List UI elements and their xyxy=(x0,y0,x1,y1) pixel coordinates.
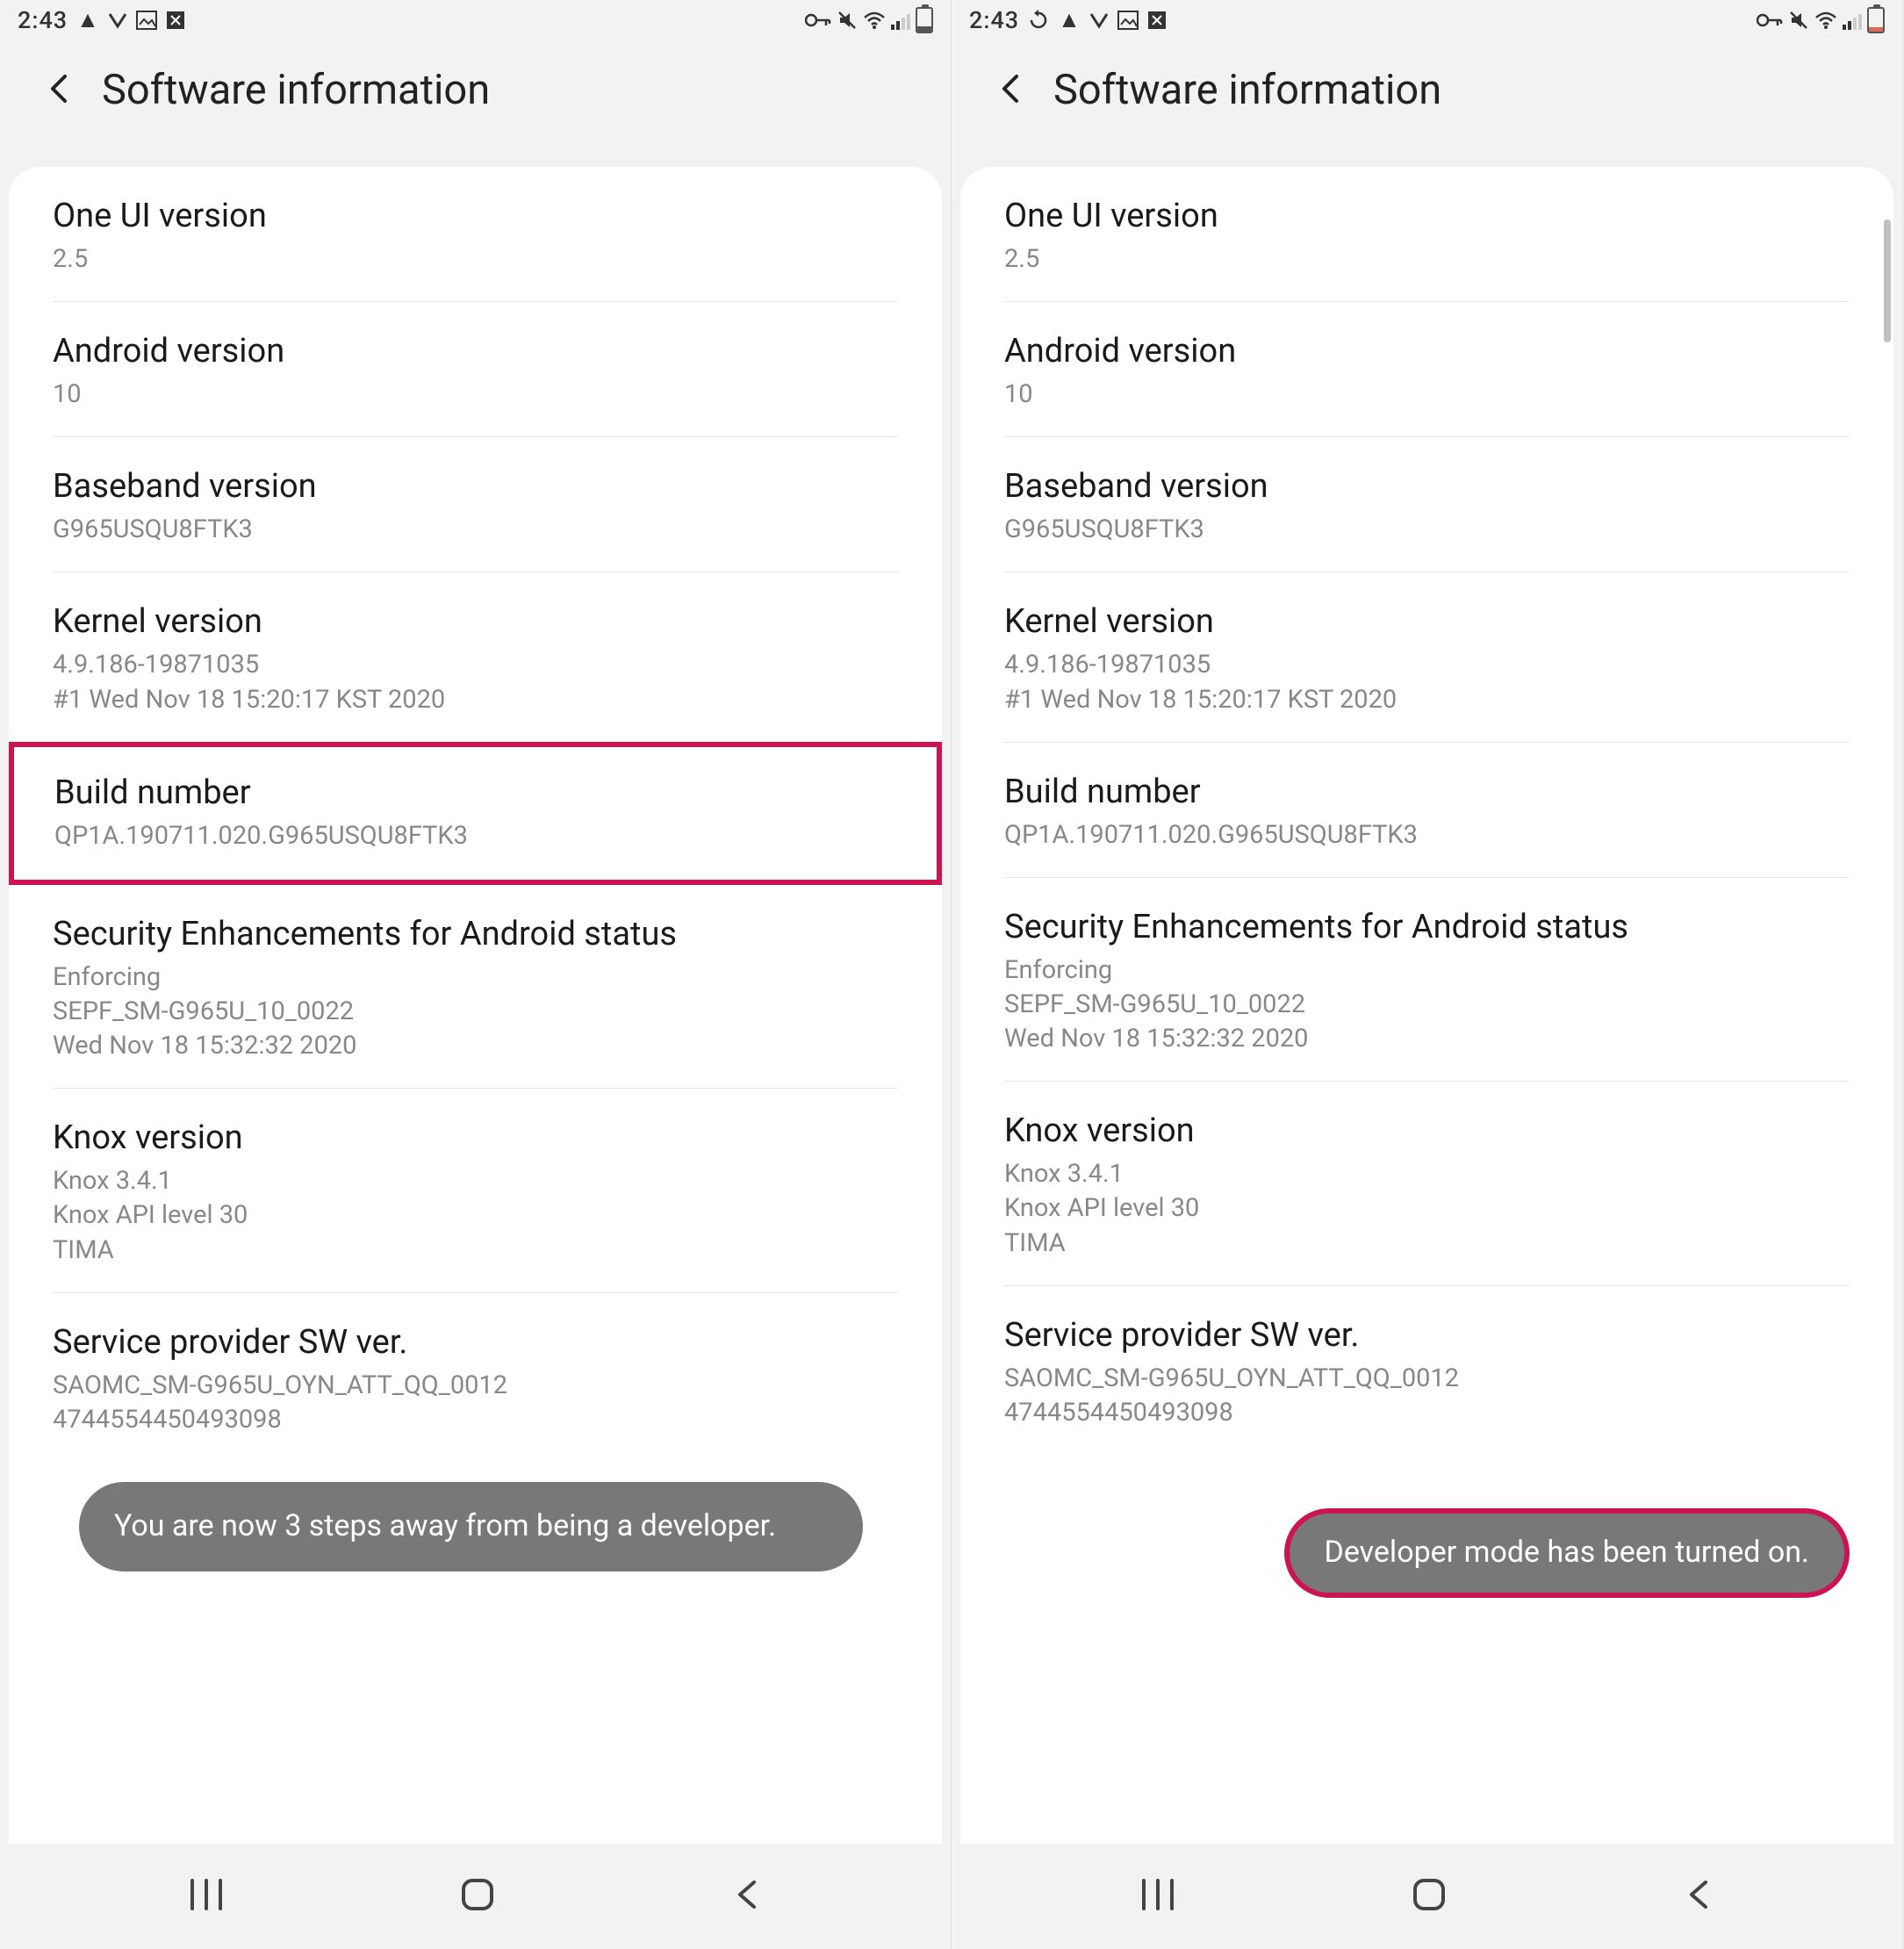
row-value: Enforcing SEPF_SM-G965U_10_0022 Wed Nov … xyxy=(1004,953,1850,1056)
status-bar: 2:43 ▲ xyxy=(0,0,951,40)
row-title: Service provider SW ver. xyxy=(53,1323,898,1362)
toast-steps: You are now 3 steps away from being a de… xyxy=(79,1482,863,1571)
page-title: Software information xyxy=(102,66,490,114)
row-title: Knox version xyxy=(53,1118,898,1157)
refresh-icon xyxy=(1028,10,1049,31)
row-value: Knox 3.4.1 Knox API level 30 TIMA xyxy=(53,1164,898,1267)
row-title: Android version xyxy=(1004,332,1850,370)
recents-button[interactable] xyxy=(187,1877,226,1916)
signal-icon xyxy=(891,11,910,30)
row-service-provider[interactable]: Service provider SW ver. SAOMC_SM-G965U_… xyxy=(53,1293,898,1462)
row-title: Android version xyxy=(53,332,898,370)
row-value: Enforcing SEPF_SM-G965U_10_0022 Wed Nov … xyxy=(53,960,898,1063)
row-value: G965USQU8FTK3 xyxy=(1004,513,1850,547)
row-title: Kernel version xyxy=(53,602,898,641)
row-value: 4.9.186-19871035 #1 Wed Nov 18 15:20:17 … xyxy=(53,648,898,716)
row-title: One UI version xyxy=(53,197,898,235)
row-android[interactable]: Android version 10 xyxy=(53,302,898,437)
row-title: Service provider SW ver. xyxy=(1004,1316,1850,1355)
row-value: 10 xyxy=(53,378,898,412)
row-build[interactable]: Build number QP1A.190711.020.G965USQU8FT… xyxy=(1004,743,1850,878)
row-se-status[interactable]: Security Enhancements for Android status… xyxy=(1004,878,1850,1082)
v-icon xyxy=(108,11,127,30)
row-build-highlighted[interactable]: Build number QP1A.190711.020.G965USQU8FT… xyxy=(9,742,942,885)
row-value: QP1A.190711.020.G965USQU8FTK3 xyxy=(54,819,896,853)
wifi-icon xyxy=(1814,11,1837,30)
row-title: Baseband version xyxy=(1004,467,1850,506)
mute-icon xyxy=(837,10,858,31)
row-se-status[interactable]: Security Enhancements for Android status… xyxy=(53,885,898,1089)
row-title: Security Enhancements for Android status xyxy=(1004,908,1850,946)
toast-text: Developer mode has been turned on. xyxy=(1325,1535,1809,1570)
wifi-icon xyxy=(863,11,886,30)
image-icon xyxy=(136,11,157,30)
warning-icon: ▲ xyxy=(1058,6,1081,33)
row-baseband[interactable]: Baseband version G965USQU8FTK3 xyxy=(1004,437,1850,572)
home-button[interactable] xyxy=(458,1875,497,1917)
row-title: Kernel version xyxy=(1004,602,1850,641)
home-button[interactable] xyxy=(1410,1875,1448,1917)
page-header: Software information xyxy=(0,40,951,167)
row-value: SAOMC_SM-G965U_OYN_ATT_QQ_0012 474455445… xyxy=(53,1369,898,1437)
key-icon xyxy=(805,11,831,29)
row-knox[interactable]: Knox version Knox 3.4.1 Knox API level 3… xyxy=(1004,1082,1850,1285)
back-button[interactable] xyxy=(995,69,1027,111)
row-value: 2.5 xyxy=(53,242,898,277)
image-icon xyxy=(1117,11,1139,30)
row-one-ui[interactable]: One UI version 2.5 xyxy=(1004,167,1850,302)
nav-bar xyxy=(0,1844,951,1949)
row-one-ui[interactable]: One UI version 2.5 xyxy=(53,167,898,302)
row-title: Security Enhancements for Android status xyxy=(53,915,898,953)
back-button[interactable] xyxy=(44,69,75,111)
row-title: Knox version xyxy=(1004,1111,1850,1150)
settings-card: One UI version 2.5 Android version 10 Ba… xyxy=(9,167,942,1844)
row-title: Build number xyxy=(1004,773,1850,811)
row-title: Baseband version xyxy=(53,467,898,506)
toast-devmode-highlighted: Developer mode has been turned on. xyxy=(1284,1508,1850,1598)
mute-icon xyxy=(1788,10,1809,31)
back-nav-button[interactable] xyxy=(1681,1877,1716,1916)
phone-left: 2:43 ▲ Software information One UI versi… xyxy=(0,0,952,1949)
settings-card: One UI version 2.5 Android version 10 Ba… xyxy=(960,167,1893,1844)
v-icon xyxy=(1089,11,1109,30)
nav-bar xyxy=(952,1844,1902,1949)
row-value: Knox 3.4.1 Knox API level 30 TIMA xyxy=(1004,1157,1850,1260)
phone-right: 2:43 ▲ Software information One UI versi… xyxy=(952,0,1903,1949)
clock: 2:43 xyxy=(969,6,1019,34)
row-title: Build number xyxy=(54,773,896,812)
status-bar: 2:43 ▲ xyxy=(952,0,1902,40)
row-value: 10 xyxy=(1004,378,1850,412)
row-android[interactable]: Android version 10 xyxy=(1004,302,1850,437)
row-value: QP1A.190711.020.G965USQU8FTK3 xyxy=(1004,818,1850,852)
battery-icon xyxy=(1867,7,1885,33)
row-value: 2.5 xyxy=(1004,242,1850,277)
toast-text: You are now 3 steps away from being a de… xyxy=(114,1508,776,1543)
back-nav-button[interactable] xyxy=(729,1877,765,1916)
row-baseband[interactable]: Baseband version G965USQU8FTK3 xyxy=(53,437,898,572)
clock: 2:43 xyxy=(18,6,68,34)
row-kernel[interactable]: Kernel version 4.9.186-19871035 #1 Wed N… xyxy=(1004,572,1850,742)
row-value: SAOMC_SM-G965U_OYN_ATT_QQ_0012 474455445… xyxy=(1004,1362,1850,1430)
recents-button[interactable] xyxy=(1139,1877,1177,1916)
x-box-icon xyxy=(166,11,185,30)
scrollbar[interactable] xyxy=(1884,219,1891,342)
page-header: Software information xyxy=(952,40,1902,167)
page-title: Software information xyxy=(1053,66,1441,114)
row-kernel[interactable]: Kernel version 4.9.186-19871035 #1 Wed N… xyxy=(53,572,898,741)
row-value: G965USQU8FTK3 xyxy=(53,513,898,547)
x-box-icon xyxy=(1147,11,1167,30)
signal-icon xyxy=(1843,11,1862,30)
warning-icon: ▲ xyxy=(76,6,99,33)
battery-icon xyxy=(916,7,933,33)
key-icon xyxy=(1757,11,1783,29)
row-value: 4.9.186-19871035 #1 Wed Nov 18 15:20:17 … xyxy=(1004,648,1850,716)
row-knox[interactable]: Knox version Knox 3.4.1 Knox API level 3… xyxy=(53,1089,898,1292)
row-service-provider[interactable]: Service provider SW ver. SAOMC_SM-G965U_… xyxy=(1004,1286,1850,1455)
row-title: One UI version xyxy=(1004,197,1850,235)
